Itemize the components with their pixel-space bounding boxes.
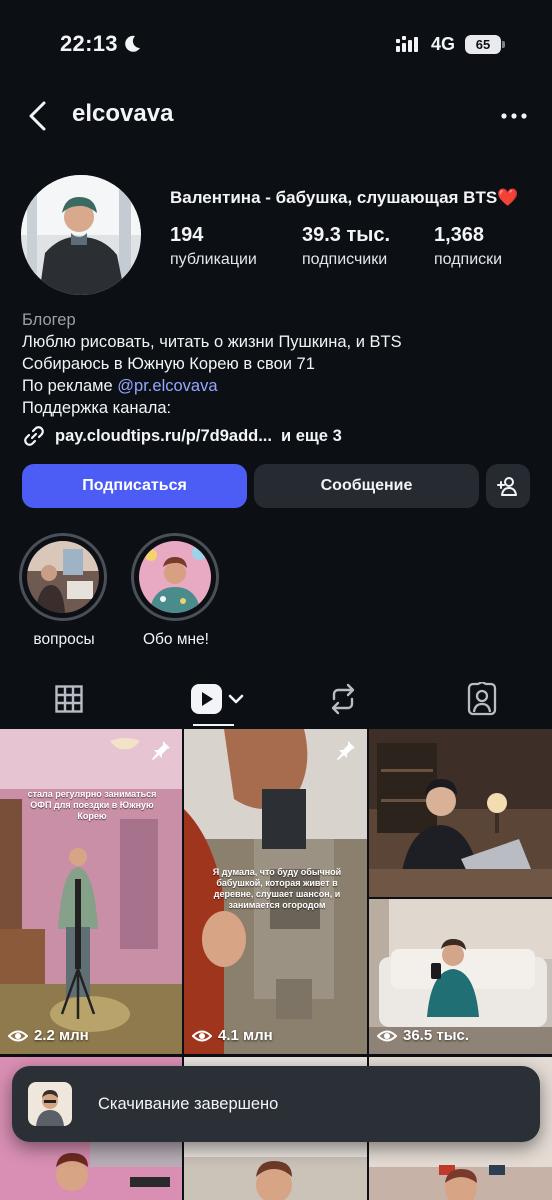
highlight-ring — [19, 533, 107, 621]
display-name: Валентина - бабушка, слушающая BTS❤️ — [170, 188, 519, 207]
follow-button[interactable]: Подписаться — [22, 464, 247, 508]
profile-username: elcovava — [72, 100, 174, 127]
active-tab-indicator — [193, 724, 234, 726]
bio-category: Блогер — [22, 311, 76, 329]
reel-thumbnail — [369, 729, 552, 897]
cellular-signal-icon — [396, 36, 418, 52]
stat-value: 1,368 — [434, 224, 485, 246]
stat-label: подписки — [434, 251, 503, 268]
highlight-ring — [131, 533, 219, 621]
eye-icon — [192, 1030, 212, 1041]
stat-label: подписчики — [302, 251, 388, 268]
reposts-tab-icon[interactable] — [328, 682, 358, 716]
eye-icon — [377, 1030, 397, 1041]
link-icon — [24, 426, 44, 446]
link-url[interactable]: pay.cloudtips.ru/p/7d9add... — [55, 427, 272, 446]
toast-thumbnail — [28, 1082, 72, 1126]
stat-value: 194 — [170, 224, 204, 246]
reel-tile[interactable]: стала регулярно заниматься ОФП для поезд… — [0, 729, 182, 1054]
pin-icon — [337, 741, 355, 760]
stat-value: 39.3 тыс. — [302, 224, 391, 246]
reel-tile[interactable] — [369, 729, 552, 897]
eye-icon — [8, 1030, 28, 1041]
highlight-cover — [27, 541, 99, 613]
stat-publications[interactable]: 194 публикации — [170, 224, 257, 269]
highlight-cover — [139, 541, 211, 613]
status-time: 22:13 — [60, 31, 118, 56]
pin-icon — [152, 741, 170, 760]
add-user-icon — [497, 477, 517, 496]
profile-avatar[interactable] — [21, 175, 141, 295]
stat-following[interactable]: 1,368 подписки — [434, 224, 502, 269]
highlight-questions[interactable]: вопросы — [19, 533, 109, 649]
reel-views: 4.1 млн — [192, 1027, 273, 1044]
reels-tab-icon[interactable] — [190, 682, 246, 716]
grid-tab-icon[interactable] — [55, 684, 83, 714]
download-complete-toast[interactable]: Скачивание завершено — [12, 1066, 540, 1142]
highlight-about-me[interactable]: Обо мне! — [131, 533, 221, 649]
bio-line-ads: По рекламе @pr.elcovava — [22, 375, 402, 397]
avatar-photo — [21, 175, 141, 295]
stat-followers[interactable]: 39.3 тыс. подписчики — [302, 224, 390, 269]
bio-line: Люблю рисовать, читать о жизни Пушкина, … — [22, 333, 402, 351]
reel-tile[interactable]: Я думала, что буду обычной бабушкой, кот… — [184, 729, 367, 1054]
content-tabs — [0, 672, 552, 728]
highlight-label: Обо мне! — [142, 631, 209, 648]
battery-level: 65 — [465, 35, 501, 54]
bio-line: По рекламе — [22, 377, 118, 395]
toast-message: Скачивание завершено — [98, 1094, 279, 1113]
reel-views: 2.2 млн — [8, 1027, 89, 1044]
suggest-users-button[interactable] — [486, 464, 530, 508]
bio-mention-link[interactable]: @pr.elcovava — [117, 377, 217, 395]
reel-tile[interactable]: 36.5 тыс. — [369, 899, 552, 1054]
tagged-tab-icon[interactable] — [466, 682, 498, 716]
back-arrow-icon[interactable] — [22, 98, 54, 134]
stat-label: публикации — [170, 251, 257, 268]
link-more[interactable]: и еще 3 — [281, 427, 342, 446]
reel-thumbnail — [0, 729, 182, 1054]
reel-caption: стала регулярно заниматься ОФП для поезд… — [27, 789, 157, 821]
profile-link[interactable]: pay.cloudtips.ru/p/7d9add... и еще 3 — [22, 423, 342, 449]
views-count: 36.5 тыс. — [403, 1027, 470, 1044]
bio-line: Собираюсь в Южную Корею в свои 71 — [22, 355, 315, 373]
message-button[interactable]: Сообщение — [254, 464, 479, 508]
more-options-icon[interactable] — [498, 104, 530, 128]
highlight-label: вопросы — [33, 631, 95, 648]
reel-caption: Я думала, что буду обычной бабушкой, кот… — [212, 867, 342, 910]
network-type: 4G — [431, 34, 456, 54]
status-bar: 22:13 4G 65 — [0, 0, 552, 88]
views-count: 2.2 млн — [34, 1027, 89, 1044]
battery-tip — [502, 41, 505, 48]
moon-icon — [125, 35, 140, 52]
profile-bio: Блогер Люблю рисовать, читать о жизни Пу… — [22, 309, 402, 419]
reel-views: 36.5 тыс. — [377, 1027, 469, 1044]
views-count: 4.1 млн — [218, 1027, 273, 1044]
bio-line: Поддержка канала: — [22, 399, 172, 417]
